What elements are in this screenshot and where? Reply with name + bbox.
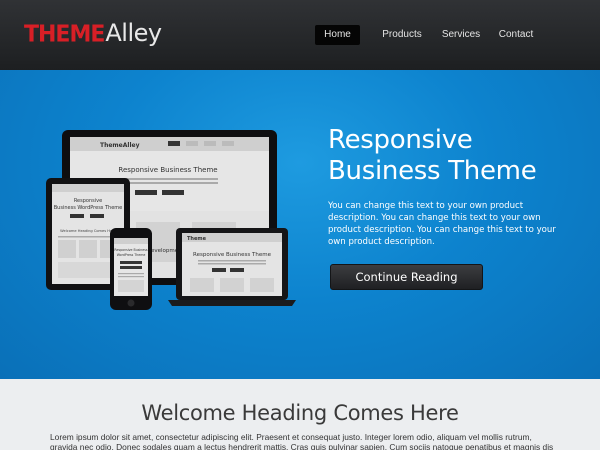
hero-description: You can change this text to your own pro… — [328, 201, 556, 247]
hero-title-line1: Responsive — [328, 125, 473, 155]
main-nav: Home Products Services Contact — [0, 25, 600, 45]
site-header: THEME Alley Home Products Services Conta… — [0, 0, 600, 70]
hero-section: ThemeAlley Responsive Business Theme Res… — [0, 70, 600, 379]
nav-home[interactable]: Home — [315, 25, 360, 45]
phone-title-line2: WordPress Theme — [117, 253, 146, 257]
devices-illustration: ThemeAlley Responsive Business Theme Res… — [46, 130, 296, 310]
nav-products[interactable]: Products — [378, 25, 426, 45]
welcome-paragraph: Lorem ipsum dolor sit amet, consectetur … — [50, 432, 555, 450]
welcome-line2: gravida nec odio. Donec sodales quam a l… — [50, 442, 554, 450]
welcome-line1: Lorem ipsum dolor sit amet, consectetur … — [50, 432, 532, 442]
laptop-logo: Theme — [187, 236, 207, 242]
welcome-heading: Welcome Heading Comes Here — [141, 401, 459, 425]
hero-title-line2: Business Theme — [328, 156, 537, 186]
laptop-title: Responsive Business Theme — [193, 252, 272, 258]
phone-device: Responsive Business WordPress Theme — [110, 228, 152, 310]
hero-title: Responsive Business Theme — [328, 125, 588, 187]
welcome-section: Welcome Heading Comes Here Lorem ipsum d… — [0, 379, 600, 450]
nav-services[interactable]: Services — [438, 25, 484, 45]
tablet-title-line1: Responsive — [74, 198, 102, 204]
tablet-subheading: Welcome Heading Comes Here — [60, 229, 116, 233]
nav-contact[interactable]: Contact — [494, 25, 538, 45]
laptop-device: Theme Responsive Business Theme — [168, 228, 296, 306]
continue-reading-button[interactable]: Continue Reading — [330, 264, 483, 290]
phone-title-line1: Responsive Business — [114, 248, 147, 252]
monitor-title: Responsive Business Theme — [118, 166, 217, 174]
tablet-title-line2: Business WordPress Theme — [54, 205, 122, 211]
monitor-logo: ThemeAlley — [100, 142, 140, 149]
